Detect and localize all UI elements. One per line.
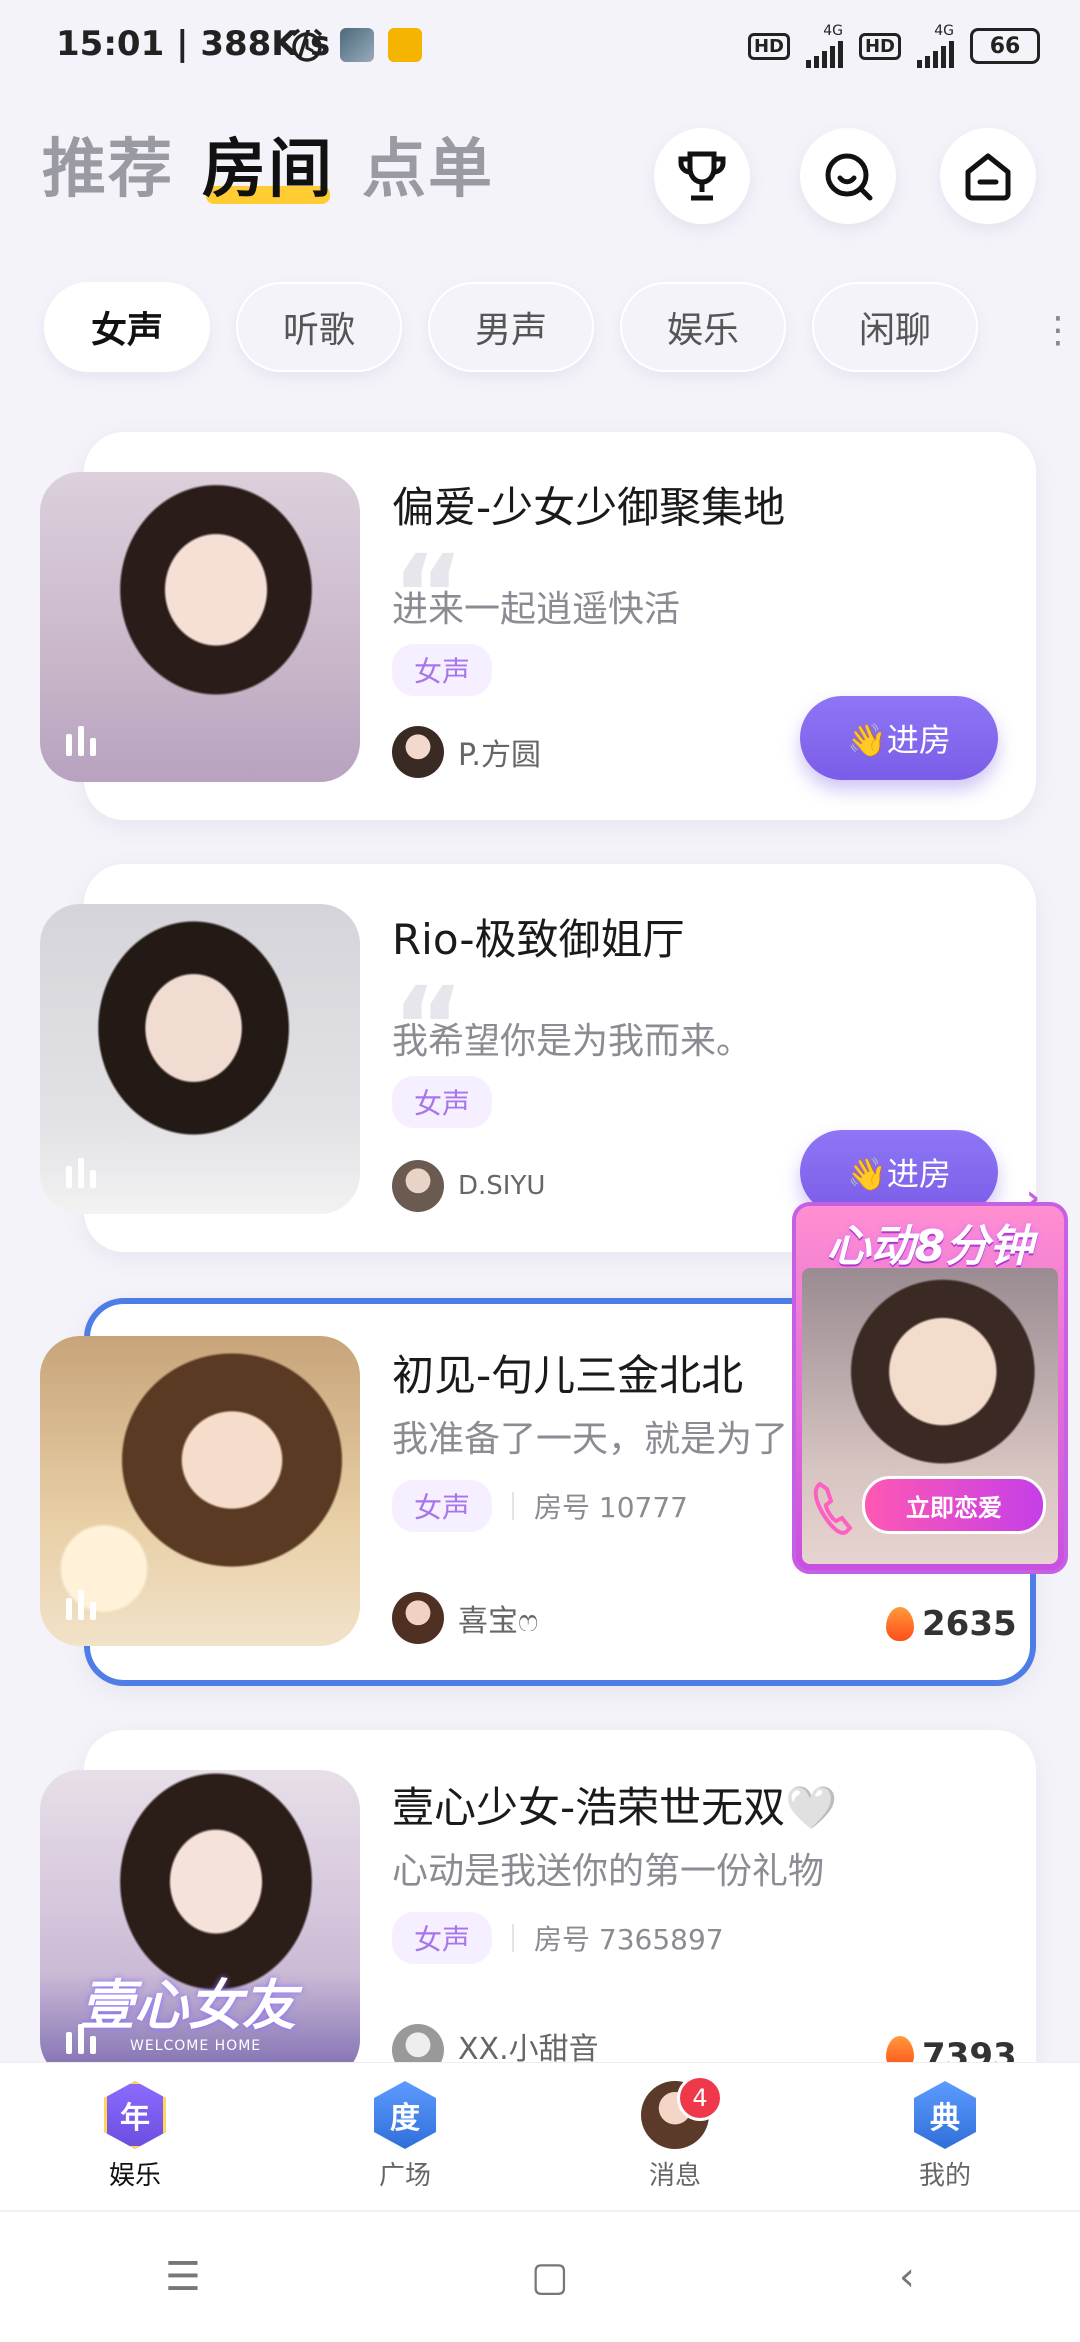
hd-icon: HD	[747, 32, 790, 60]
profile-icon: 典	[914, 2081, 976, 2149]
signal-icon	[805, 38, 843, 68]
room-meta: 女声 房号 7365897	[392, 1912, 724, 1964]
meta-divider	[512, 1492, 515, 1520]
room-tag: 女声	[392, 1480, 493, 1532]
room-title: 初见-句儿三金北北	[392, 1351, 744, 1400]
host-name: 喜宝ෆ	[458, 1604, 539, 1639]
tab-order[interactable]: 点单	[362, 118, 494, 210]
signal-1: 4G	[805, 24, 843, 68]
room-title: Rio-极致御姐厅	[392, 915, 685, 964]
promo-button[interactable]: 立即恋爱	[862, 1476, 1046, 1534]
host-avatar	[392, 2024, 444, 2062]
cover-text: 壹心女友	[80, 1974, 296, 2037]
popularity-count: 7393	[922, 2036, 1017, 2062]
system-navigation-bar: ☰ ▢ ‹	[0, 2210, 1080, 2342]
room-host: 喜宝ෆ	[392, 1592, 538, 1644]
chip-female-voice[interactable]: 女声	[44, 282, 210, 372]
room-title: 偏爱-少女少御聚集地	[392, 483, 786, 532]
more-categories-icon[interactable]: ⋮	[1040, 310, 1076, 351]
status-notification-icons	[288, 26, 422, 64]
room-number: 房号 7365897	[534, 1923, 724, 1956]
room-meta: 女声 房号 10777	[392, 1480, 688, 1532]
room-title: 壹心少女-浩荣世无双🤍	[392, 1783, 838, 1832]
enter-room-button[interactable]: 👋进房	[800, 696, 998, 780]
audio-bars-icon	[66, 2024, 96, 2054]
host-avatar	[392, 726, 444, 778]
tab-rooms[interactable]: 房间	[202, 118, 334, 210]
entertainment-icon: 年	[104, 2081, 166, 2149]
room-number: 房号 10777	[534, 1491, 688, 1524]
app-notification-icon	[340, 28, 374, 62]
room-cover-image[interactable]	[40, 904, 360, 1214]
menu-icon[interactable]: ☰	[165, 2254, 201, 2300]
phone-icon	[813, 1481, 853, 1535]
signal-icon	[917, 38, 954, 68]
room-description: 我准备了一天，就是为了	[392, 1419, 789, 1460]
host-name: XX.小甜音	[458, 2032, 599, 2062]
tab-profile[interactable]: 典 我的	[810, 2063, 1080, 2211]
tab-recommend[interactable]: 推荐	[42, 118, 174, 210]
room-host: P.方圆	[392, 726, 541, 778]
square-icon: 度	[374, 2081, 436, 2149]
room-tag: 女声	[392, 644, 493, 696]
chip-music[interactable]: 听歌	[236, 282, 402, 372]
room-cover-image[interactable]: 壹心女友 WELCOME HOME	[40, 1770, 360, 2080]
chip-male-voice[interactable]: 男声	[428, 282, 594, 372]
home-icon	[965, 153, 1011, 201]
host-name: D.SIYU	[458, 1171, 546, 1201]
status-icons: HD 4G HD 4G 66	[747, 24, 1040, 68]
room-host: XX.小甜音	[392, 2024, 599, 2062]
bottom-tab-bar: 年 娱乐 度 广场 4 消息 典 我的	[0, 2062, 1080, 2211]
audio-bars-icon	[66, 1158, 96, 1188]
chip-entertainment[interactable]: 娱乐	[620, 282, 786, 372]
popularity-count: 2635	[922, 1604, 1017, 1644]
home-nav-icon[interactable]: ▢	[531, 2254, 569, 2300]
meta-divider	[512, 1924, 515, 1952]
home-button[interactable]	[940, 128, 1036, 224]
room-tag: 女声	[392, 1912, 493, 1964]
hd-icon: HD	[858, 32, 901, 60]
unread-badge: 4	[677, 2075, 723, 2121]
signal-2: 4G	[917, 24, 954, 68]
flame-icon	[886, 2036, 914, 2062]
host-name: P.方圆	[458, 738, 541, 773]
top-nav: 推荐 房间 点单	[42, 118, 494, 210]
audio-bars-icon	[66, 726, 96, 756]
chip-chat[interactable]: 闲聊	[812, 282, 978, 372]
audio-bars-icon	[66, 1590, 96, 1620]
tab-square[interactable]: 度 广场	[270, 2063, 540, 2211]
room-description: 心动是我送你的第一份礼物	[392, 1851, 825, 1892]
promo-banner[interactable]: 心动8分钟 立即恋爱	[792, 1202, 1068, 1574]
category-chips: 女声 听歌 男声 娱乐 闲聊	[44, 282, 978, 372]
leaderboard-button[interactable]	[654, 128, 750, 224]
cover-subtext: WELCOME HOME	[130, 2038, 262, 2054]
room-description: 我希望你是为我而来。	[392, 1021, 753, 1062]
back-icon[interactable]: ‹	[899, 2254, 915, 2300]
trophy-icon	[678, 151, 726, 201]
battery-icon: 66	[970, 28, 1040, 64]
room-description: 进来一起逍遥快活	[392, 589, 681, 630]
host-avatar	[392, 1160, 444, 1212]
room-popularity: 7393	[886, 2036, 1017, 2062]
message-notification-icon	[388, 28, 422, 62]
host-avatar	[392, 1592, 444, 1644]
tab-entertainment[interactable]: 年 娱乐	[0, 2063, 270, 2211]
room-popularity: 2635	[886, 1604, 1017, 1644]
room-tag: 女声	[392, 1076, 493, 1128]
room-host: D.SIYU	[392, 1160, 545, 1212]
search-icon	[825, 153, 873, 201]
tab-messages[interactable]: 4 消息	[540, 2063, 810, 2211]
search-button[interactable]	[800, 128, 896, 224]
promo-title: 心动8分钟	[826, 1221, 1034, 1272]
room-cover-image[interactable]	[40, 472, 360, 782]
alarm-icon	[291, 28, 323, 62]
room-cover-image[interactable]	[40, 1336, 360, 1646]
flame-icon	[886, 1607, 914, 1641]
